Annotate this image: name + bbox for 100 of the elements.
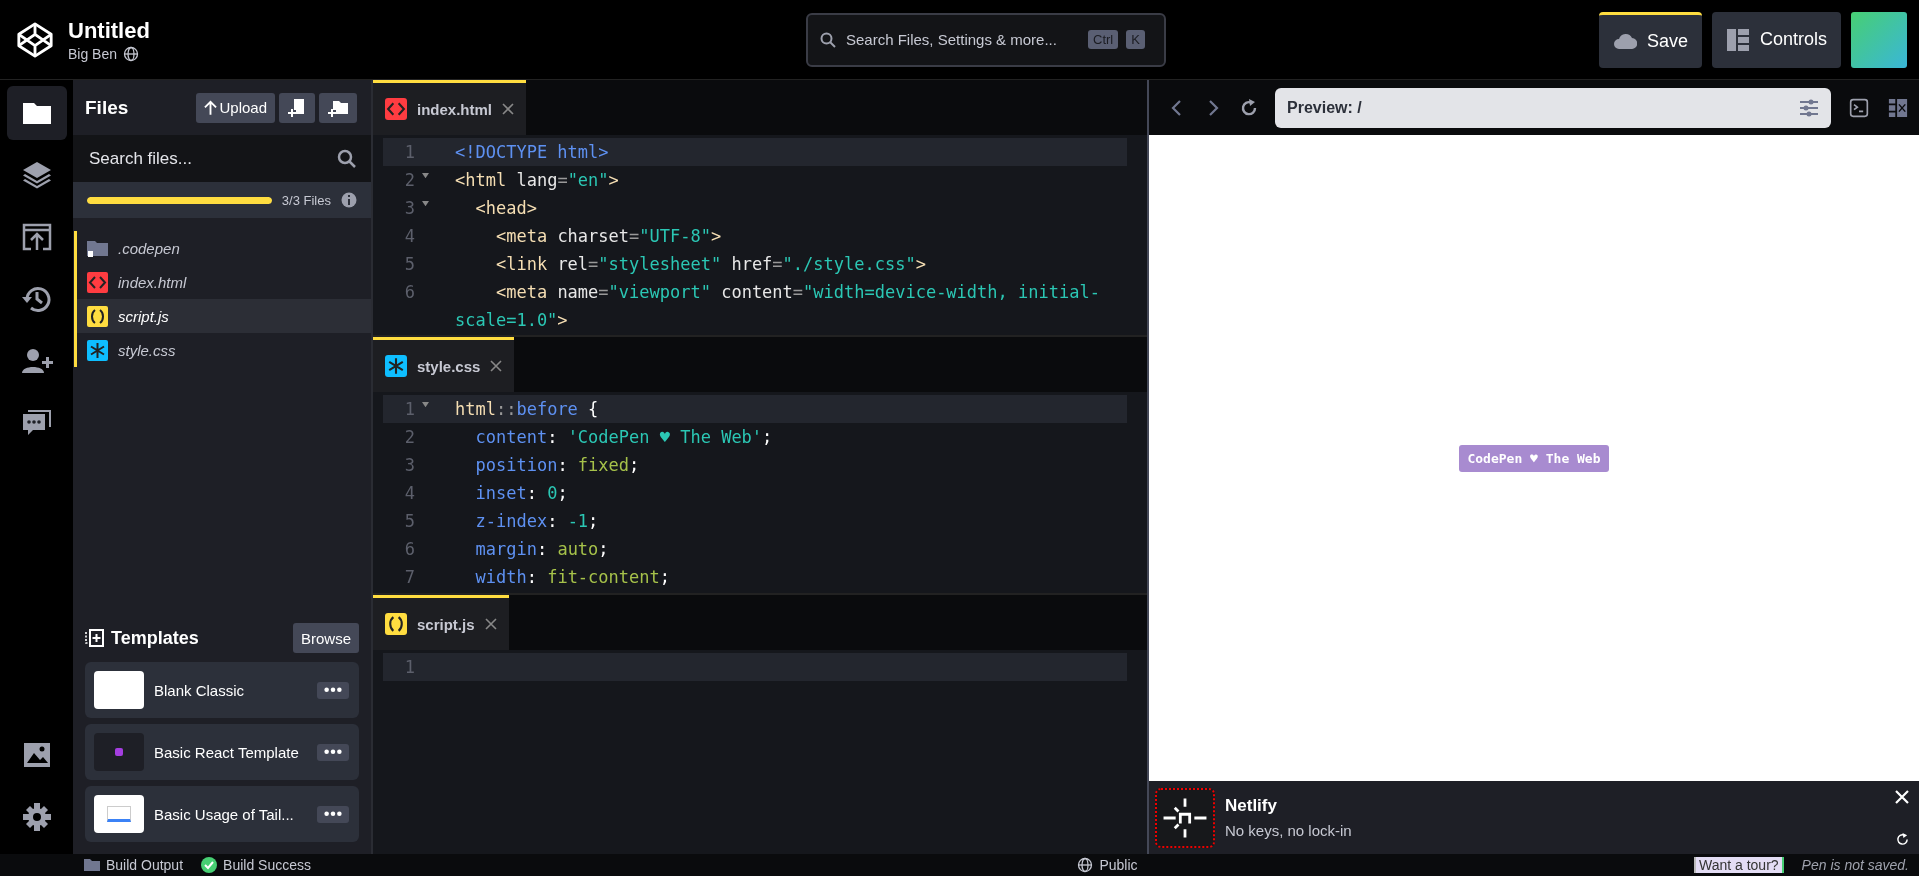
file-item[interactable]: script.js bbox=[77, 299, 371, 333]
section-title: Templates bbox=[111, 627, 200, 649]
info-icon bbox=[341, 192, 357, 208]
keyboard-key: K bbox=[1126, 30, 1145, 49]
code-line: content: 'CodePen ♥ The Web'; bbox=[474, 426, 774, 449]
file-count: 3/3 Files bbox=[281, 192, 331, 208]
more-button[interactable] bbox=[317, 743, 349, 761]
file-item[interactable]: index.html bbox=[77, 265, 371, 299]
arrow-up-icon bbox=[204, 100, 218, 115]
file-plus-icon bbox=[287, 97, 307, 118]
controls-button[interactable]: Controls bbox=[1711, 11, 1841, 68]
code-line: <!DOCTYPE html> bbox=[455, 141, 610, 164]
code-editor[interactable]: 1 <!DOCTYPE html> 2 <html lang="en"> 3 <head> 4 <meta charset="UTF-8"> 5 <link rel="stylesheet" href="./style.css"> 6 <meta name="viewport" content="width=device-width, initial-scale=1.0"> bbox=[373, 135, 1147, 335]
template-name: Basic React Template bbox=[154, 743, 300, 761]
line-number: 3 bbox=[403, 454, 415, 477]
close-icon bbox=[490, 360, 503, 372]
code-line: z-index: -1; bbox=[474, 510, 600, 533]
layers-icon[interactable] bbox=[20, 159, 53, 191]
globe-icon bbox=[123, 45, 140, 62]
check-circle-icon bbox=[201, 857, 218, 873]
more-icon bbox=[323, 687, 343, 693]
keyboard-key: Ctrl bbox=[1088, 30, 1119, 49]
console-icon[interactable] bbox=[1847, 97, 1871, 118]
line-number: 5 bbox=[403, 253, 415, 276]
owner-name[interactable]: Big Ben bbox=[68, 45, 118, 62]
editor-tab[interactable]: style.css bbox=[373, 337, 515, 392]
preview-url-field[interactable]: Preview: / bbox=[1275, 87, 1831, 128]
more-icon bbox=[323, 811, 343, 817]
code-line: position: fixed; bbox=[474, 454, 641, 477]
new-file-button[interactable] bbox=[279, 92, 315, 123]
template-card[interactable]: Basic React Template bbox=[85, 724, 359, 780]
new-folder-button[interactable] bbox=[319, 92, 357, 123]
layout-icon bbox=[1725, 27, 1750, 52]
template-thumbnail bbox=[94, 671, 144, 709]
more-icon bbox=[323, 749, 343, 755]
html-file-icon bbox=[87, 271, 108, 293]
line-number: 6 bbox=[403, 281, 415, 304]
netlify-logo-icon bbox=[1155, 787, 1215, 848]
notification-title: Netlify bbox=[1225, 796, 1278, 816]
notification-text: No keys, no lock-in bbox=[1225, 822, 1353, 839]
refresh-icon[interactable] bbox=[1239, 97, 1259, 118]
template-name: Basic Usage of Tail... bbox=[154, 805, 295, 823]
close-icon bbox=[484, 618, 497, 630]
line-number: 7 bbox=[403, 566, 415, 589]
more-button[interactable] bbox=[317, 805, 349, 823]
code-editor[interactable]: 1 html::before { 2 content: 'CodePen ♥ The Web'; 3 position: fixed; 4 inset: 0; 5 z-index: -1; 6 margin: auto; 7 width: fit-content; bbox=[373, 392, 1147, 593]
html-file-icon bbox=[385, 98, 407, 120]
search-icon bbox=[820, 31, 836, 48]
line-number: 4 bbox=[403, 225, 415, 248]
editor-tab[interactable]: script.js bbox=[373, 595, 509, 650]
code-line: <meta charset="UTF-8"> bbox=[494, 225, 723, 248]
save-status: Pen is not saved. bbox=[1801, 857, 1909, 873]
globe-icon bbox=[1077, 857, 1094, 873]
close-icon[interactable] bbox=[1895, 789, 1909, 804]
tour-link[interactable]: Want a tour? bbox=[1693, 857, 1784, 873]
close-icon bbox=[502, 103, 514, 115]
file-item[interactable]: .codepen bbox=[77, 231, 371, 265]
page-label: CodePen ♥ The Web bbox=[1459, 444, 1609, 472]
code-line: width: fit-content; bbox=[474, 566, 671, 589]
line-number: 6 bbox=[403, 538, 415, 561]
code-line: <meta name="viewport" content="width=device-width, initial-scale=1.0"> bbox=[455, 281, 1101, 332]
fold-arrow-icon bbox=[421, 172, 429, 178]
layout-close-icon[interactable] bbox=[1887, 97, 1909, 118]
visibility-button[interactable]: Public bbox=[867, 857, 1138, 873]
browse-button[interactable]: Browse bbox=[292, 623, 359, 653]
file-search-input[interactable]: Search files... bbox=[87, 147, 337, 170]
template-card[interactable]: Basic Usage of Tail... bbox=[85, 786, 359, 842]
code-line: html::before { bbox=[455, 398, 600, 421]
template-card[interactable]: Blank Classic bbox=[85, 662, 359, 718]
line-number: 3 bbox=[403, 197, 415, 220]
refresh-icon[interactable] bbox=[1895, 832, 1909, 846]
settings-icon[interactable] bbox=[20, 801, 53, 833]
panel-title: Files bbox=[85, 96, 130, 119]
upload-window-icon[interactable] bbox=[20, 221, 53, 253]
upload-button[interactable]: Upload bbox=[196, 92, 275, 123]
file-item[interactable]: style.css bbox=[77, 333, 371, 367]
line-number: 2 bbox=[403, 426, 415, 449]
sliders-icon bbox=[1799, 97, 1819, 118]
code-line: <html lang="en"> bbox=[455, 169, 620, 192]
editor-tab[interactable]: index.html bbox=[373, 80, 526, 135]
folder-icon bbox=[84, 857, 100, 873]
template-thumbnail bbox=[94, 795, 144, 833]
css-file-icon bbox=[385, 355, 407, 377]
build-output-button[interactable]: Build Output bbox=[84, 857, 184, 873]
line-number: 1 bbox=[403, 656, 415, 679]
line-number: 2 bbox=[403, 169, 415, 192]
line-number: 5 bbox=[403, 510, 415, 533]
save-button[interactable]: Save bbox=[1598, 11, 1702, 68]
search-input[interactable]: Search Files, Settings & more... bbox=[844, 30, 1080, 49]
search-icon bbox=[337, 148, 357, 169]
build-status[interactable]: Build Success bbox=[201, 857, 311, 873]
more-button[interactable] bbox=[317, 681, 349, 699]
file-search-bar[interactable]: Search files... bbox=[73, 135, 371, 182]
code-line: <head> bbox=[474, 197, 538, 220]
line-number: 1 bbox=[403, 141, 415, 164]
template-name: Blank Classic bbox=[154, 681, 246, 699]
cloud-icon bbox=[1612, 33, 1637, 49]
code-line: inset: 0; bbox=[474, 482, 569, 505]
line-number: 1 bbox=[403, 398, 415, 421]
js-file-icon bbox=[385, 613, 407, 635]
